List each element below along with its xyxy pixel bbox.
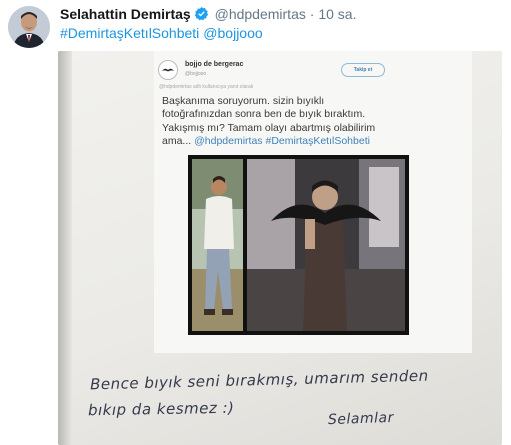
quoted-reply-context: @hdpdemirtas adlı kullanıcıya yanıt olar… bbox=[159, 84, 254, 90]
separator-dot: · bbox=[309, 6, 315, 22]
paper-shadow bbox=[58, 51, 72, 445]
quoted-name: bojjo de bergerac bbox=[185, 61, 244, 68]
tweet-header: Selahattin Demirtaş @hdpdemirtas · 10 sa… bbox=[60, 6, 356, 24]
quoted-mention: @hdpdemirtas bbox=[194, 135, 263, 148]
avatar[interactable] bbox=[8, 6, 50, 48]
quoted-line-4: ama... @hdpdemirtas #DemirtaşKetılSohbet… bbox=[162, 135, 412, 148]
author-name[interactable]: Selahattin Demirtaş bbox=[60, 6, 191, 22]
handwritten-signature: Selamlar bbox=[327, 409, 395, 429]
quoted-handle: @bojjooo bbox=[185, 71, 207, 77]
tweet-time[interactable]: 10 sa. bbox=[318, 6, 356, 22]
tweet: Selahattin Demirtaş @hdpdemirtas · 10 sa… bbox=[0, 0, 511, 445]
avatar-photo bbox=[8, 6, 50, 48]
quoted-photo-left bbox=[192, 159, 243, 331]
quoted-follow-button: Takip et bbox=[341, 63, 385, 77]
hashtag-link[interactable]: #DemirtaşKetılSohbeti bbox=[60, 25, 199, 41]
mustache-avatar-icon bbox=[158, 60, 178, 80]
handwritten-line-1: Bence bıyık seni bırakmış, umarım senden bbox=[89, 366, 429, 394]
author-handle[interactable]: @hdpdemirtas bbox=[215, 6, 306, 22]
quoted-photo-right bbox=[247, 159, 405, 331]
verified-badge-icon bbox=[194, 6, 209, 24]
mention-link[interactable]: @bojjooo bbox=[203, 25, 262, 41]
handwritten-line-2: bıkıp da kesmez :) bbox=[87, 398, 235, 420]
quoted-hashtag: #DemirtaşKetılSohbeti bbox=[265, 135, 370, 148]
quoted-line-2: fotoğrafınızdan sonra ben de bıyık bırak… bbox=[162, 108, 366, 121]
quoted-body: Başkanıma soruyorum. sizin bıyıklı fotoğ… bbox=[162, 95, 412, 149]
quoted-line-4-prefix: ama... bbox=[162, 135, 192, 148]
tweet-media-photo[interactable]: bojjo de bergerac @bojjooo Takip et @hdp… bbox=[58, 51, 502, 445]
tweet-text: #DemirtaşKetılSohbeti @bojjooo bbox=[60, 25, 267, 41]
quoted-line-1: Başkanıma soruyorum. sizin bıyıklı bbox=[162, 95, 325, 107]
quoted-line-3: Yakışmış mı? Tamam olayı abartmış olabil… bbox=[162, 121, 376, 134]
